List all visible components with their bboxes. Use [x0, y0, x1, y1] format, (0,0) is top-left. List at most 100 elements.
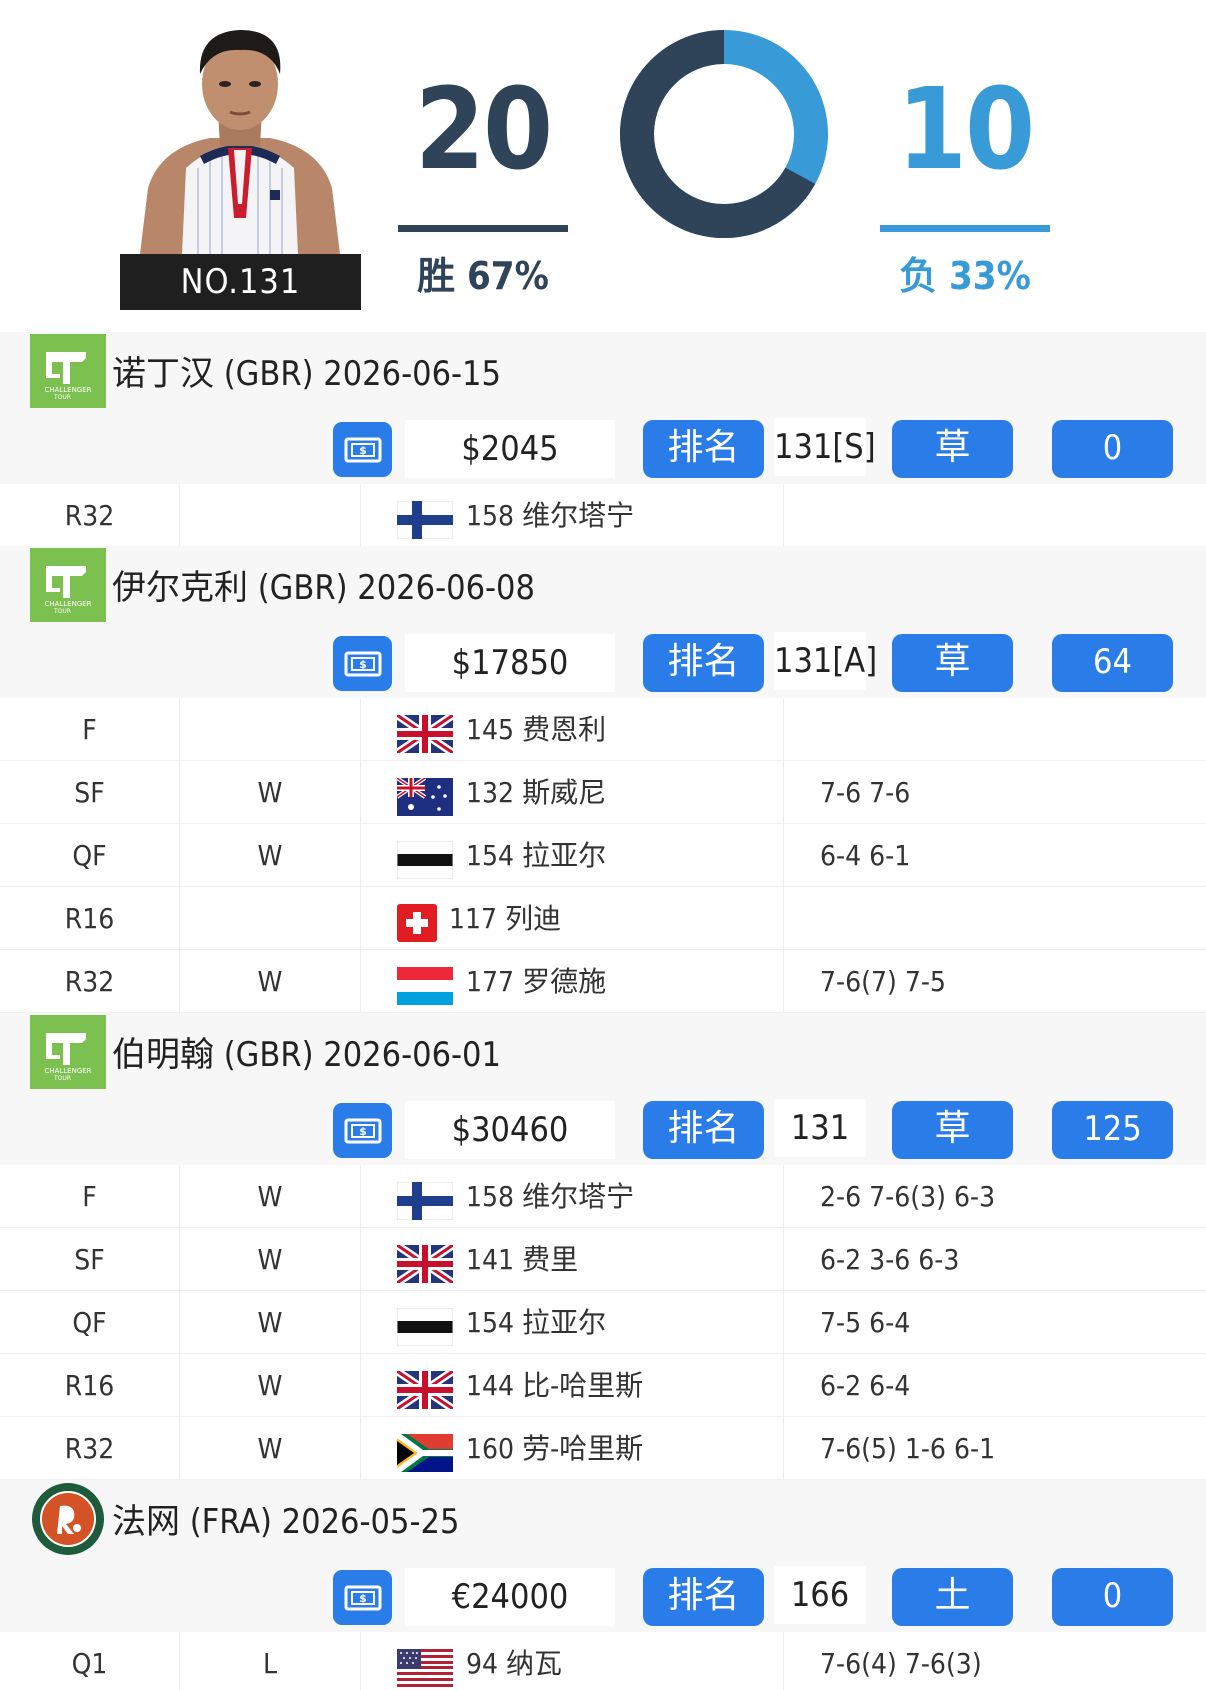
svg-text:TOUR: TOUR [53, 608, 71, 615]
match-result: W [180, 824, 361, 887]
rsa-flag-icon [397, 1431, 453, 1472]
match-row[interactable]: R32 W 160 劳-哈里斯 7-6(5) 1-6 6-1 [0, 1417, 1206, 1480]
opponent-name: 154 拉亚尔 [466, 1306, 607, 1339]
fin-flag-icon [396, 1179, 454, 1221]
est-flag-icon [396, 838, 454, 880]
match-row[interactable]: R32 W 177 罗德施 7-6(7) 7-5 [0, 950, 1206, 1013]
wins-count: 20 [414, 65, 553, 195]
opponent-cell: 154 拉亚尔 [361, 1291, 784, 1354]
rank-value: 131 [774, 1099, 866, 1157]
svg-text:TOUR: TOUR [53, 1075, 71, 1082]
match-round: SF [0, 761, 180, 824]
tournament-title: 伊尔克利 (GBR) 2026-06-08 [112, 568, 535, 608]
match-result: W [180, 950, 361, 1013]
match-result: W [180, 761, 361, 824]
match-result: L [180, 1632, 361, 1690]
rank-button[interactable]: 排名 [643, 634, 764, 692]
rank-value: 131[S] [774, 418, 876, 476]
rank-button[interactable]: 排名 [643, 1101, 764, 1159]
opponent-name: 117 列迪 [449, 902, 562, 935]
match-row[interactable]: R32 158 维尔塔宁 [0, 484, 1206, 547]
wins-bar [398, 225, 568, 232]
match-round: Q1 [0, 1632, 180, 1690]
money-icon: $ [333, 1103, 392, 1158]
rank-button[interactable]: 排名 [643, 1568, 764, 1626]
match-row[interactable]: R16 117 列迪 [0, 887, 1206, 950]
surface-button[interactable]: 草 [892, 420, 1013, 478]
match-row[interactable]: SF W 141 费里 6-2 3-6 6-3 [0, 1228, 1206, 1291]
surface-button[interactable]: 草 [892, 634, 1013, 692]
svg-text:$: $ [359, 1125, 367, 1138]
rank-button[interactable]: 排名 [643, 420, 764, 478]
player-photo [120, 18, 360, 254]
aus-flag-icon [395, 775, 453, 816]
match-round: R32 [0, 950, 180, 1013]
match-score [820, 484, 1200, 547]
points-button[interactable]: 0 [1052, 420, 1173, 478]
tournament-header[interactable]: CHALLENGER TOUR 伊尔克利 (GBR) 2026-06-08 $ $178… [0, 546, 1206, 698]
surface-button[interactable]: 草 [892, 1101, 1013, 1159]
tournament-title: 诺丁汉 (GBR) 2026-06-15 [112, 354, 501, 394]
est-flag-icon [396, 1305, 454, 1347]
opponent-cell: 132 斯威尼 [361, 761, 784, 824]
match-round: QF [0, 824, 180, 887]
match-row[interactable]: SF W 132 斯威尼 7-6 7-6 [0, 761, 1206, 824]
win-loss-donut [620, 30, 828, 238]
match-result [180, 484, 361, 547]
opponent-cell: 145 费恩利 [361, 698, 784, 761]
points-button[interactable]: 64 [1052, 634, 1173, 692]
points-button[interactable]: 125 [1052, 1101, 1173, 1159]
challenger-tour-logo: CHALLENGER TOUR [30, 1015, 106, 1089]
challenger-tour-logo: CHALLENGER TOUR [30, 334, 106, 408]
opponent-name: 158 维尔塔宁 [466, 1180, 635, 1213]
gbr-flag-icon [394, 1241, 456, 1287]
match-result: W [180, 1417, 361, 1480]
match-round: R32 [0, 1417, 180, 1480]
match-score: 7-6 7-6 [820, 776, 911, 809]
match-round: R32 [0, 484, 180, 547]
match-row[interactable]: QF W 154 拉亚尔 7-5 6-4 [0, 1291, 1206, 1354]
usa-flag-icon [397, 1646, 453, 1687]
money-icon: $ [333, 636, 392, 691]
tournament-header[interactable]: CHALLENGER TOUR 伯明翰 (GBR) 2026-06-01 $ $3046… [0, 1013, 1206, 1165]
money-icon: $ [333, 422, 392, 477]
gbr-flag-icon [394, 711, 456, 757]
svg-text:CHALLENGER: CHALLENGER [44, 1067, 91, 1075]
opponent-cell: 154 拉亚尔 [361, 824, 784, 887]
match-result [180, 887, 361, 950]
match-round: R16 [0, 887, 180, 950]
svg-text:$: $ [359, 1592, 367, 1605]
match-row[interactable]: Q1 L 94 纳瓦 7-6(4) 7-6(3) [0, 1632, 1206, 1690]
match-row[interactable]: F W 158 维尔塔宁 2-6 7-6(3) 6-3 [0, 1165, 1206, 1228]
match-result: W [180, 1165, 361, 1228]
match-round: SF [0, 1228, 180, 1291]
opponent-name: 177 罗德施 [466, 965, 607, 998]
match-row[interactable]: F 145 费恩利 [0, 698, 1206, 761]
tournament-header[interactable]: 法网 (FRA) 2026-05-25 $ €24000 排名 166 土 0 [0, 1480, 1206, 1632]
opponent-name: 94 纳瓦 [466, 1647, 563, 1680]
opponent-cell: 158 维尔塔宁 [361, 484, 784, 547]
opponent-name: 154 拉亚尔 [466, 839, 607, 872]
svg-text:$: $ [359, 658, 367, 671]
match-row[interactable]: QF W 154 拉亚尔 6-4 6-1 [0, 824, 1206, 887]
match-round: QF [0, 1291, 180, 1354]
money-icon: $ [333, 1570, 392, 1625]
match-row[interactable]: R16 W 144 比-哈里斯 6-2 6-4 [0, 1354, 1206, 1417]
opponent-cell: 177 罗德施 [361, 950, 784, 1013]
opponent-cell: 117 列迪 [361, 887, 784, 950]
rank-value: 131[A] [774, 632, 877, 690]
wins-label: 胜 67% [417, 254, 549, 298]
opponent-name: 160 劳-哈里斯 [466, 1432, 644, 1465]
surface-button[interactable]: 土 [892, 1568, 1013, 1626]
prize-money: $2045 [405, 420, 615, 478]
match-round: R16 [0, 1354, 180, 1417]
opponent-cell: 160 劳-哈里斯 [361, 1417, 784, 1480]
match-score: 7-6(7) 7-5 [820, 965, 946, 998]
match-score: 7-5 6-4 [820, 1306, 911, 1339]
match-result: W [180, 1354, 361, 1417]
prize-money: €24000 [405, 1568, 615, 1626]
points-button[interactable]: 0 [1052, 1568, 1173, 1626]
opponent-name: 144 比-哈里斯 [466, 1369, 644, 1402]
tournament-header[interactable]: CHALLENGER TOUR 诺丁汉 (GBR) 2026-06-15 $ $2045… [0, 332, 1206, 484]
opponent-cell: 141 费里 [361, 1228, 784, 1291]
